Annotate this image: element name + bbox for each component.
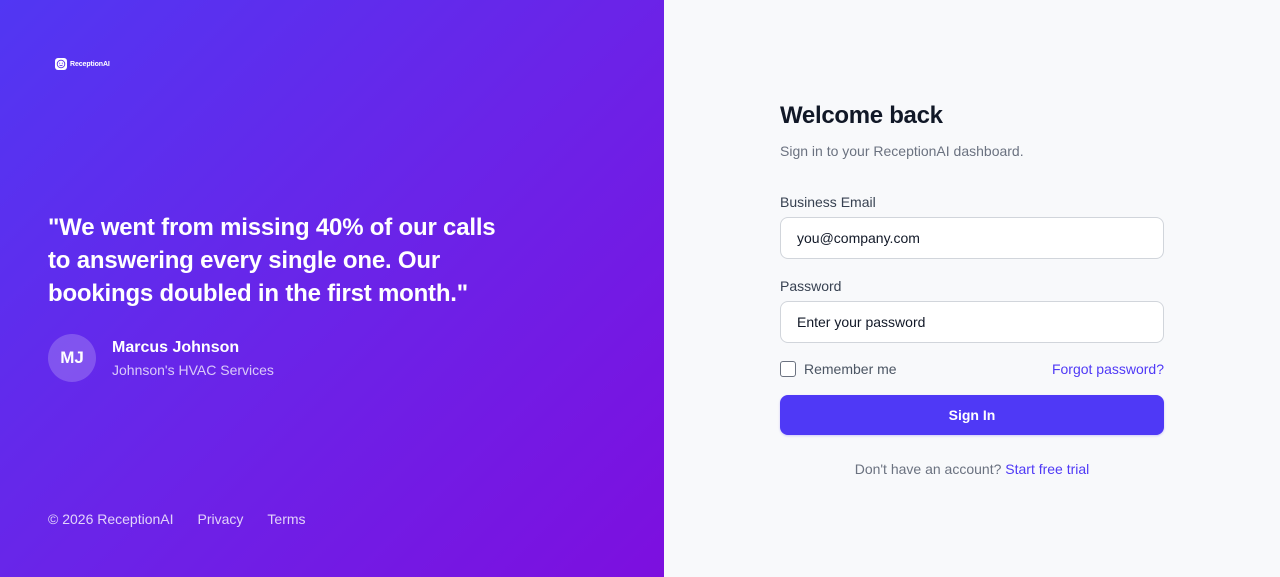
- logo-text: ReceptionAI: [70, 60, 110, 68]
- email-field[interactable]: [780, 217, 1164, 259]
- remember-label: Remember me: [804, 361, 897, 377]
- avatar: MJ: [48, 334, 96, 382]
- remember-me[interactable]: Remember me: [780, 361, 897, 377]
- options-row: Remember me Forgot password?: [780, 359, 1164, 379]
- testimonial-author: MJ Marcus Johnson Johnson's HVAC Service…: [48, 334, 274, 382]
- signup-prompt: Don't have an account? Start free trial: [780, 459, 1164, 479]
- signup-prompt-text: Don't have an account?: [854, 461, 1002, 477]
- start-free-trial-link[interactable]: Start free trial: [1005, 461, 1089, 477]
- form-panel: Welcome back Sign in to your ReceptionAI…: [664, 0, 1280, 577]
- testimonial-quote: "We went from missing 40% of our calls t…: [48, 214, 496, 307]
- page-subtitle: Sign in to your ReceptionAI dashboard.: [780, 143, 1024, 159]
- password-label: Password: [780, 278, 842, 294]
- author-name: Marcus Johnson: [112, 338, 240, 356]
- remember-checkbox[interactable]: [780, 361, 796, 377]
- footer: © 2026 ReceptionAI Privacy Terms: [48, 509, 306, 529]
- brand-panel: ReceptionAI "We went from missing 40% of…: [0, 0, 664, 577]
- copyright-text: © 2026 ReceptionAI: [48, 511, 174, 527]
- forgot-password-link[interactable]: Forgot password?: [1052, 361, 1164, 377]
- author-company: Johnson's HVAC Services: [112, 361, 274, 378]
- smile-face-icon: [55, 58, 67, 70]
- logo[interactable]: ReceptionAI: [55, 58, 110, 70]
- sign-in-button[interactable]: Sign In: [780, 395, 1164, 435]
- terms-link[interactable]: Terms: [267, 509, 305, 529]
- author-info: Marcus Johnson Johnson's HVAC Services: [112, 337, 274, 380]
- privacy-link[interactable]: Privacy: [198, 509, 244, 529]
- email-label: Business Email: [780, 194, 876, 210]
- page-title: Welcome back: [780, 102, 943, 129]
- sign-in-form: Welcome back Sign in to your ReceptionAI…: [780, 100, 1164, 479]
- password-field[interactable]: [780, 301, 1164, 343]
